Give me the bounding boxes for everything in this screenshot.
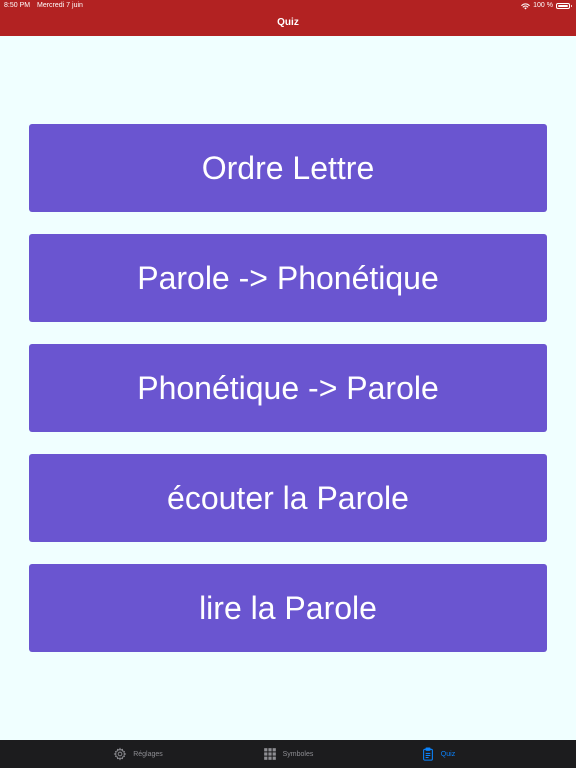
tab-reglages[interactable]: Réglages [63, 747, 213, 761]
status-right: 100 % [521, 0, 572, 12]
quiz-button-phonetique-parole[interactable]: Phonétique -> Parole [29, 344, 547, 432]
wifi-icon [521, 2, 530, 9]
tab-symboles[interactable]: Symboles [213, 747, 363, 761]
quiz-button-ecouter-parole[interactable]: écouter la Parole [29, 454, 547, 542]
tab-bar: Réglages Symboles Quiz [0, 740, 576, 768]
status-date: Mercredi 7 juin [37, 2, 83, 9]
status-bar: 8:50 PM Mercredi 7 juin 100 % [0, 0, 576, 12]
page-title: Quiz [277, 17, 299, 28]
clipboard-icon [422, 747, 433, 761]
tab-label-quiz: Quiz [440, 750, 456, 758]
tab-label-symboles: Symboles [282, 750, 314, 758]
quiz-list: Ordre Lettre Parole -> Phonétique Phonét… [29, 124, 547, 674]
battery-fill [558, 5, 568, 7]
gear-icon [113, 747, 127, 761]
tab-label-reglages: Réglages [133, 750, 163, 758]
tab-quiz[interactable]: Quiz [363, 747, 513, 761]
battery-percent: 100 % [533, 2, 553, 9]
status-time: 8:50 PM [4, 2, 31, 9]
battery-icon [556, 3, 572, 9]
quiz-button-parole-phonetique[interactable]: Parole -> Phonétique [29, 234, 547, 322]
quiz-button-lire-parole[interactable]: lire la Parole [29, 564, 547, 652]
grid-icon [263, 748, 276, 760]
quiz-button-ordre-lettre[interactable]: Ordre Lettre [29, 124, 547, 212]
header: 8:50 PM Mercredi 7 juin 100 % Quiz [0, 0, 576, 36]
